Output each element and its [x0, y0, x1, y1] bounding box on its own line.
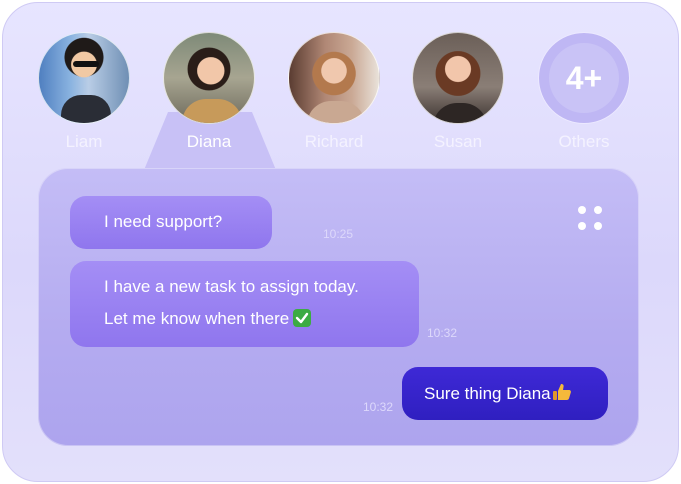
avatar	[38, 32, 130, 124]
message-line: I have a new task to assign today.	[104, 277, 359, 296]
others-count-badge: 4+	[538, 32, 630, 124]
message-outgoing: Sure thing Diana	[402, 367, 608, 420]
avatar	[412, 32, 504, 124]
contact-name: Richard	[304, 132, 364, 151]
avatar	[288, 32, 380, 124]
message-incoming: I need support?	[70, 196, 272, 249]
contact-name: Others	[558, 132, 610, 151]
contact-name: Liam	[65, 132, 103, 151]
message-text: I need support?	[104, 212, 223, 231]
avatar	[163, 32, 255, 124]
check-mark-icon	[293, 309, 312, 327]
message-time: 10:32	[427, 326, 458, 340]
contact-richard[interactable]: Richard	[287, 32, 381, 151]
contact-diana[interactable]: Diana	[162, 32, 256, 151]
contact-liam[interactable]: Liam	[37, 32, 131, 151]
thumbs-up-icon	[552, 384, 571, 400]
message-line: Let me know when there	[104, 309, 290, 328]
message-text: Sure thing Diana	[424, 384, 551, 403]
contact-susan[interactable]: Susan	[411, 32, 505, 151]
grid-menu-icon[interactable]	[578, 206, 604, 232]
message-time: 10:32	[363, 400, 394, 414]
contact-name: Susan	[433, 132, 483, 151]
contact-others[interactable]: 4+ Others	[537, 32, 631, 151]
others-count: 4+	[565, 59, 603, 96]
message-incoming: I have a new task to assign today. Let m…	[70, 261, 419, 347]
contact-name: Diana	[186, 132, 232, 151]
message-time: 10:25	[323, 227, 354, 241]
